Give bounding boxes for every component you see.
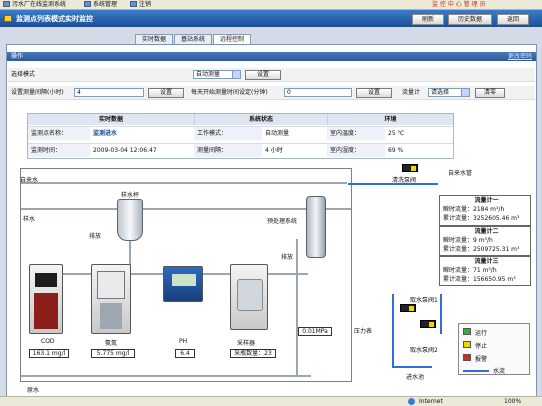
title-bar: 监测点列表模式实时监控 刷新 历史数据 返回 [0,10,542,27]
legend-run-swatch [463,328,471,335]
pump-valve-2[interactable] [420,320,436,328]
mode-set-button[interactable]: 设置 [245,70,281,80]
interval-input[interactable]: 4 [74,88,144,97]
pressure-readout: 0.01MPa [298,327,332,336]
settings-row: 设置测量间隔(小时) 4 设置 每天开始测量时间设定(分钟) 0 设置 流量计 … [8,86,535,100]
cod-readout: 163.1 mg/l [29,349,69,358]
monitor-point-name: 监测进水 [90,126,194,140]
interval-set-button[interactable]: 设置 [148,88,184,98]
sampler-readout: 采瓶数量：23 [230,349,276,358]
legend-stop-swatch [463,341,471,348]
process-diagram: 自来水 样水杯 样水 排放 预处理系统 排放 原水 COD 163.1 mg/l… [20,168,438,394]
flowmeter-1-panel: 流量计一 瞬时流量：2184 m³/h 累计流量：3252605.46 m³ [439,195,531,226]
history-data-button[interactable]: 历史数据 [448,14,492,25]
start-time-set-button[interactable]: 设置 [356,88,392,98]
menu-bar: 污水厂在线监测系统 系统管理 注销 监 控 中 心 管 理 员 [0,0,542,10]
refresh-button[interactable]: 刷新 [412,14,444,25]
back-button[interactable]: 返回 [497,14,529,25]
folder-icon [3,1,10,7]
user-info: 监 控 中 心 管 理 员 [432,1,486,8]
realtime-data-header: 实时数据 [28,114,194,125]
flowmeter-2-panel: 流量计二 瞬时流量：9 m³/h 累计流量：2509725.31 m³ [439,226,531,256]
menu-item-system[interactable]: 污水厂在线监测系统 [3,1,66,9]
browser-status-bar: Internet 100% [0,396,542,406]
ammonia-readout: 5.775 mg/l [91,349,135,358]
sample-cup-tank [117,199,143,241]
environment-header: 环境 [327,114,453,125]
ammonia-analyzer [91,264,131,334]
cod-analyzer [29,264,63,334]
logout-icon [130,1,137,7]
ammonia-bottles [100,303,122,329]
page-title: 监测点列表模式实时监控 [16,15,93,23]
ph-readout: 6.4 [175,349,195,358]
flowmeter-3-panel: 流量计三 瞬时流量：71 m³/h 累计流量：156650.95 m³ [439,256,531,286]
interval-value: 4 小时 [262,143,327,157]
legend-alarm-swatch [463,354,471,361]
cod-display [35,273,57,287]
sample-water-pipe [21,208,351,210]
ph-display [172,274,196,286]
sampler-bottles [237,279,263,311]
ph-meter [163,266,203,302]
valve-status-indicator [409,306,414,311]
start-time-input[interactable]: 0 [284,88,352,97]
tap-water-pipe [21,182,347,184]
indoor-temperature-value: 25 ℃ [385,126,453,140]
cod-panel [34,293,58,329]
tab-realtime-data[interactable]: 实时数据 [135,34,173,44]
ammonia-reagent-panel [97,271,125,299]
blue-water-flow-bottom [392,366,432,368]
menu-item-management[interactable]: 系统管理 [84,1,117,9]
valve-status-indicator [429,322,434,327]
pump-valve-1[interactable] [400,304,416,312]
operations-header: 操作 更改密码 [7,52,536,61]
settings-icon [84,1,91,7]
valve-status-indicator [411,166,416,171]
system-status-header: 系统状态 [194,114,327,125]
work-mode-value: 自动测量 [262,126,327,140]
sampler-unit [230,264,268,330]
legend-water-flow-line [463,370,489,372]
status-info-table: 实时数据 系统状态 环境 监测点名称： 监测进水 工作模式： 自动测量 室内温度… [27,113,454,159]
change-password-link[interactable]: 更改密码 [508,52,532,61]
monitor-time-value: 2009-03-04 12:06:47 [90,143,194,157]
drain-pipe-2 [296,239,298,375]
blue-water-flow-riser [392,294,394,366]
tab-remote-control[interactable]: 远程控制 [213,34,251,44]
raw-water-pipe [21,375,311,377]
blue-water-flow-right [440,294,442,334]
internet-zone-label: Internet [419,398,443,405]
flowmeter-select[interactable]: 请选择 [428,88,470,97]
pretreatment-filter [306,196,326,258]
mode-row: 选择模式 自动测量 设置 [8,68,535,82]
globe-icon [408,398,415,405]
wash-valve-pump[interactable] [402,164,418,172]
indoor-humidity-value: 69 % [385,143,453,157]
tab-base-station[interactable]: 基站系统 [174,34,212,44]
zoom-level[interactable]: 100% [504,398,521,406]
monitor-icon [4,15,12,22]
flowmeter-clear-button[interactable]: 清零 [475,88,505,98]
legend: 运行 停止 报警 水流 [458,323,530,375]
mode-select[interactable]: 自动测量 [193,70,241,79]
menu-item-logout[interactable]: 注销 [130,1,151,9]
